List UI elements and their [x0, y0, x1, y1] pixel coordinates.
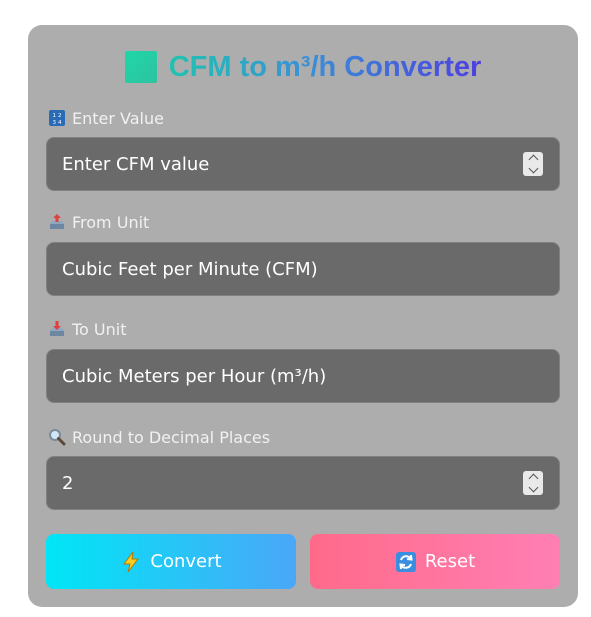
value-label: Enter Value — [72, 108, 164, 128]
from-label: From Unit — [72, 212, 150, 232]
from-unit-select[interactable]: Cubic Feet per Minute (CFM) — [46, 242, 560, 296]
decimal-spinner[interactable] — [523, 471, 543, 495]
green-square-icon — [124, 51, 157, 83]
reset-button-label: Reset — [424, 551, 476, 572]
svg-text:4: 4 — [58, 120, 62, 126]
to-unit-value: Cubic Meters per Hour (m³/h) — [62, 365, 327, 387]
title-row: CFM to m³/h Converter — [28, 47, 578, 87]
to-unit-select[interactable]: Cubic Meters per Hour (m³/h) — [46, 349, 560, 403]
cfm-value-placeholder: Enter CFM value — [62, 153, 210, 175]
svg-text:3: 3 — [53, 120, 57, 126]
reset-button[interactable]: Reset — [310, 534, 560, 589]
from-unit-value: Cubic Feet per Minute (CFM) — [62, 258, 318, 280]
decimal-label: Round to Decimal Places — [72, 427, 271, 447]
to-label: To Unit — [72, 319, 127, 339]
chevron-down-icon[interactable] — [528, 482, 538, 493]
convert-button-label: Convert — [150, 551, 222, 572]
number-spinner[interactable] — [523, 152, 543, 176]
inbox-tray-icon — [48, 320, 66, 338]
from-label-row: From Unit — [48, 211, 149, 233]
magnifying-glass-icon — [48, 428, 66, 446]
lightning-icon — [120, 551, 142, 573]
decimal-label-row: Round to Decimal Places — [48, 426, 270, 448]
decimal-places-value: 2 — [62, 472, 74, 494]
input-numbers-icon: 1 2 3 4 — [48, 109, 66, 127]
cfm-value-input[interactable]: Enter CFM value — [46, 137, 560, 191]
converter-card: CFM to m³/h Converter 1 2 3 4 Enter Valu… — [28, 25, 578, 607]
value-label-row: 1 2 3 4 Enter Value — [48, 107, 164, 129]
convert-button[interactable]: Convert — [46, 534, 296, 589]
to-label-row: To Unit — [48, 318, 127, 340]
svg-text:1: 1 — [53, 113, 57, 119]
refresh-icon — [395, 551, 417, 573]
page-title: CFM to m³/h Converter — [168, 50, 482, 83]
svg-text:2: 2 — [58, 113, 62, 119]
outbox-tray-icon — [48, 213, 66, 231]
chevron-down-icon[interactable] — [528, 163, 538, 174]
decimal-places-input[interactable]: 2 — [46, 456, 560, 510]
